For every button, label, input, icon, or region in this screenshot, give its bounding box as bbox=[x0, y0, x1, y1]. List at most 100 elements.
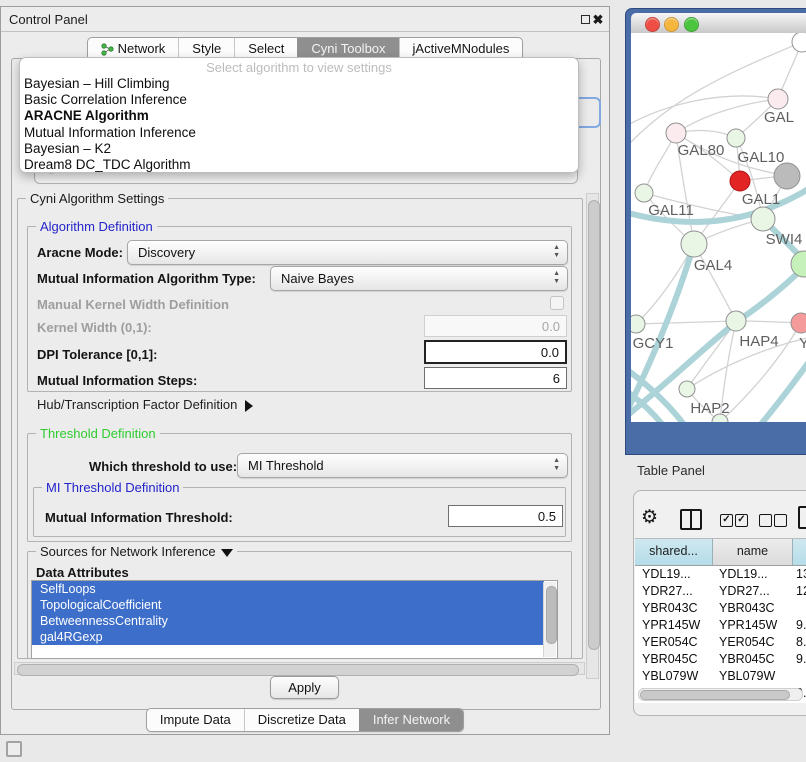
dpi-tolerance-field[interactable]: 0.0 bbox=[424, 340, 567, 364]
network-node-label: GAL4 bbox=[694, 257, 732, 274]
select-all-checkboxes-icon[interactable]: ✓ bbox=[720, 514, 733, 527]
aracne-mode-label: Aracne Mode: bbox=[37, 245, 123, 260]
column-header-partial[interactable] bbox=[793, 539, 806, 565]
network-node[interactable] bbox=[727, 129, 745, 147]
mi-threshold-field[interactable]: 0.5 bbox=[448, 505, 563, 527]
table-row[interactable]: YBL079WYBL079W bbox=[635, 668, 806, 685]
network-node-label: HAP4 bbox=[739, 333, 778, 350]
kernel-width-field[interactable]: 0.0 bbox=[424, 315, 567, 337]
network-node[interactable] bbox=[768, 89, 788, 109]
sources-legend[interactable]: Sources for Network Inference bbox=[36, 544, 237, 559]
table-row[interactable]: YBR045CYBR045C9. bbox=[635, 651, 806, 668]
table-cell: YIL052C bbox=[635, 702, 712, 703]
network-edge[interactable] bbox=[631, 96, 778, 129]
table-cell: YER054C bbox=[635, 634, 712, 651]
algorithm-option[interactable]: Dream8 DC_TDC Algorithm bbox=[20, 157, 578, 173]
network-node[interactable] bbox=[666, 123, 686, 143]
table-row[interactable]: YDL19...YDL19...13 bbox=[635, 566, 806, 583]
network-node-label: SWI4 bbox=[766, 231, 803, 248]
table-row[interactable]: YPR145WYPR145W9. bbox=[635, 617, 806, 634]
network-node[interactable] bbox=[631, 315, 645, 333]
deselect-checkboxes-icon[interactable] bbox=[759, 514, 772, 527]
tab-impute-data[interactable]: Impute Data bbox=[147, 709, 244, 731]
stepper-arrows-icon: ▲▼ bbox=[553, 270, 560, 286]
network-edge[interactable] bbox=[636, 321, 736, 324]
tab-infer-network[interactable]: Infer Network bbox=[359, 709, 463, 731]
network-canvas[interactable]: GALGAL80GAL10GAL1GAL11SWI4GAL4GCY1HAP4YH… bbox=[631, 33, 806, 422]
algorithm-option[interactable]: Bayesian – Hill Climbing bbox=[20, 76, 578, 92]
network-node-label: GAL80 bbox=[678, 142, 725, 159]
algorithm-option[interactable]: Bayesian – K2 bbox=[20, 141, 578, 157]
table-cell: YPR145W bbox=[712, 617, 791, 634]
network-node[interactable] bbox=[774, 163, 800, 189]
split-columns-icon[interactable] bbox=[680, 509, 702, 530]
gear-icon[interactable]: ⚙ bbox=[641, 507, 658, 529]
manual-kernel-width-checkbox[interactable] bbox=[550, 296, 564, 310]
bottom-tabbar: Impute Data Discretize Data Infer Networ… bbox=[1, 708, 609, 732]
mac-close-icon[interactable] bbox=[645, 17, 660, 32]
table-cell: 13 bbox=[791, 566, 806, 583]
table-row[interactable]: YER054CYER054C8. bbox=[635, 634, 806, 651]
tab-discretize-data[interactable]: Discretize Data bbox=[244, 709, 359, 731]
data-attributes-list: SelfLoops TopologicalCoefficient Between… bbox=[31, 580, 558, 659]
column-header-name[interactable]: name bbox=[713, 539, 793, 565]
attribute-item[interactable]: SelfLoops bbox=[32, 581, 544, 597]
algorithm-option[interactable]: Basic Correlation Inference bbox=[20, 92, 578, 108]
network-node[interactable] bbox=[792, 33, 806, 52]
expanded-arrow-icon bbox=[221, 549, 233, 557]
table-cell: 9 bbox=[791, 702, 806, 703]
attributes-scrollbar[interactable] bbox=[543, 582, 556, 657]
attribute-item[interactable]: gal4RGexp bbox=[32, 629, 544, 645]
data-attributes-label: Data Attributes bbox=[36, 565, 129, 580]
network-view-window: GALGAL80GAL10GAL1GAL11SWI4GAL4GCY1HAP4YH… bbox=[625, 8, 806, 455]
close-icon[interactable]: ✖ bbox=[590, 10, 606, 29]
network-edge[interactable] bbox=[757, 345, 806, 422]
select-all-checkboxes-icon[interactable]: ✓ bbox=[735, 514, 748, 527]
apply-button[interactable]: Apply bbox=[270, 676, 339, 699]
hub-definition-expander[interactable]: Hub/Transcription Factor Definition bbox=[37, 397, 253, 412]
cyni-settings-legend: Cyni Algorithm Settings bbox=[26, 191, 168, 206]
network-node[interactable] bbox=[681, 231, 707, 257]
algorithm-option[interactable]: Mutual Information Inference bbox=[20, 125, 578, 141]
network-window-titlebar[interactable] bbox=[631, 13, 806, 34]
network-node-label: GAL1 bbox=[742, 191, 780, 208]
attribute-item[interactable]: TopologicalCoefficient bbox=[32, 597, 544, 613]
table-row[interactable]: YBR043CYBR043C bbox=[635, 600, 806, 617]
new-table-icon[interactable] bbox=[798, 506, 806, 529]
network-node[interactable] bbox=[726, 311, 746, 331]
network-node[interactable] bbox=[635, 184, 653, 202]
table-cell: YDR27... bbox=[712, 583, 791, 600]
settings-horizontal-scrollbar[interactable] bbox=[14, 662, 585, 675]
network-node[interactable] bbox=[791, 313, 806, 333]
mi-steps-field[interactable]: 6 bbox=[424, 367, 567, 389]
which-threshold-select[interactable]: MI Threshold ▲▼ bbox=[237, 453, 568, 478]
network-node[interactable] bbox=[679, 381, 695, 397]
kernel-width-label: Kernel Width (0,1): bbox=[37, 320, 152, 335]
settings-vertical-scrollbar[interactable] bbox=[586, 193, 599, 679]
table-row[interactable]: YIL052CYIL052C9 bbox=[635, 702, 806, 703]
float-window-icon[interactable] bbox=[581, 15, 590, 24]
dock-panel-icon[interactable] bbox=[6, 741, 22, 757]
network-icon bbox=[101, 43, 114, 56]
network-node[interactable] bbox=[791, 251, 806, 277]
network-edge[interactable] bbox=[676, 99, 778, 133]
control-panel-title: Control Panel bbox=[9, 7, 88, 32]
mac-zoom-icon[interactable] bbox=[684, 17, 699, 32]
column-header-shared-name[interactable]: shared... bbox=[635, 539, 713, 565]
algorithm-option-selected[interactable]: ARACNE Algorithm bbox=[20, 108, 578, 124]
table-cell: YBR043C bbox=[712, 600, 791, 617]
mi-algorithm-type-select[interactable]: Naive Bayes ▲▼ bbox=[270, 266, 568, 291]
aracne-mode-select[interactable]: Discovery ▲▼ bbox=[127, 240, 568, 265]
mac-minimize-icon[interactable] bbox=[664, 17, 679, 32]
network-node-label: GAL10 bbox=[738, 149, 785, 166]
network-node-label: GAL bbox=[764, 109, 794, 126]
threshold-definition-legend: Threshold Definition bbox=[36, 426, 160, 441]
deselect-checkboxes-icon[interactable] bbox=[774, 514, 787, 527]
attribute-item[interactable]: BetweennessCentrality bbox=[32, 613, 544, 629]
network-edge[interactable] bbox=[636, 244, 694, 324]
table-row[interactable]: YDR27...YDR27...12 bbox=[635, 583, 806, 600]
network-node[interactable] bbox=[751, 207, 775, 231]
network-node[interactable] bbox=[730, 171, 750, 191]
table-horizontal-scrollbar[interactable] bbox=[638, 688, 803, 701]
table-cell: YBR045C bbox=[635, 651, 712, 668]
